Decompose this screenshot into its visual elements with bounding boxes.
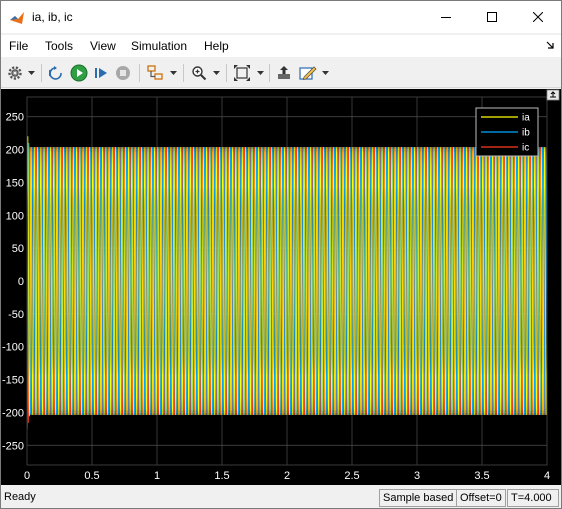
status-time: T=4.000 xyxy=(507,489,559,507)
minimize-button[interactable] xyxy=(423,1,469,33)
y-tick-label: -150 xyxy=(2,375,24,387)
restore-button[interactable] xyxy=(274,63,294,83)
style-button[interactable] xyxy=(298,63,318,83)
y-tick-label: 0 xyxy=(18,276,24,288)
x-tick-label: 2.5 xyxy=(344,470,359,482)
toolbar-separator xyxy=(269,64,270,82)
settings-icon xyxy=(8,66,22,80)
minimize-icon xyxy=(441,17,451,18)
close-icon xyxy=(533,12,543,22)
y-tick-label: 50 xyxy=(12,243,24,255)
signal-select-icon xyxy=(147,65,163,80)
close-button[interactable] xyxy=(515,1,561,33)
title-bar: ia, ib, ic xyxy=(1,1,561,33)
run-button[interactable] xyxy=(69,63,89,83)
legend-label-ib: ib xyxy=(522,128,530,139)
x-tick-label: 1 xyxy=(154,470,160,482)
x-tick-label: 3 xyxy=(414,470,420,482)
zoom-dropdown-icon[interactable] xyxy=(213,70,220,76)
expand-button[interactable] xyxy=(546,89,560,101)
style-dropdown-icon[interactable] xyxy=(322,70,329,76)
undock-arrow-icon[interactable] xyxy=(545,40,555,50)
restore-icon xyxy=(278,66,290,79)
status-bar: Ready Sample based Offset=0 T=4.000 xyxy=(1,487,561,508)
status-mode: Sample based xyxy=(379,489,458,507)
x-tick-label: 0 xyxy=(24,470,30,482)
matlab-icon xyxy=(10,12,24,24)
maximize-button[interactable] xyxy=(469,1,515,33)
menu-tools[interactable]: Tools xyxy=(45,39,73,53)
menu-help[interactable]: Help xyxy=(204,39,229,53)
window-title: ia, ib, ic xyxy=(32,10,73,24)
menu-bar: File Tools View Simulation Help xyxy=(1,35,561,57)
toolbar-separator xyxy=(139,64,140,82)
signal-select-dropdown-icon[interactable] xyxy=(170,70,177,76)
legend-label-ic: ic xyxy=(522,143,529,154)
scope-plot[interactable]: 250 200 150 100 50 0 -50 -100 -150 -200 -250 0 0.5 1… xyxy=(1,89,561,485)
step-forward-icon xyxy=(95,68,107,78)
y-tick-label: -50 xyxy=(8,309,24,321)
y-tick-label: -200 xyxy=(2,407,24,419)
x-tick-label: 1.5 xyxy=(214,470,229,482)
status-offset: Offset=0 xyxy=(456,489,506,507)
step-back-button[interactable] xyxy=(47,63,67,83)
menu-view[interactable]: View xyxy=(90,39,116,53)
y-tick-label: -100 xyxy=(2,342,24,354)
settings-dropdown-icon[interactable] xyxy=(28,70,35,76)
settings-button[interactable] xyxy=(5,63,25,83)
run-icon xyxy=(70,64,88,82)
scope-window: ia, ib, ic File Tools View Simulation He… xyxy=(0,0,562,509)
x-tick-label: 3.5 xyxy=(474,470,489,482)
y-tick-label: -250 xyxy=(2,440,24,452)
autoscale-icon xyxy=(234,65,250,81)
x-tick-label: 2 xyxy=(284,470,290,482)
toolbar xyxy=(1,58,561,88)
toolbar-separator xyxy=(41,64,42,82)
autoscale-dropdown-icon[interactable] xyxy=(257,70,264,76)
x-tick-label: 4 xyxy=(544,470,550,482)
zoom-icon xyxy=(192,66,207,81)
autoscale-button[interactable] xyxy=(232,63,252,83)
signal-select-button[interactable] xyxy=(145,63,165,83)
y-tick-label: 200 xyxy=(6,145,24,157)
y-tick-label: 250 xyxy=(6,112,24,124)
step-back-icon xyxy=(49,66,62,80)
scope-display[interactable]: 250 200 150 100 50 0 -50 -100 -150 -200 -250 0 0.5 1… xyxy=(1,89,561,485)
status-ready: Ready xyxy=(4,491,36,503)
maximize-icon xyxy=(487,12,497,22)
toolbar-separator xyxy=(226,64,227,82)
x-tick-label: 0.5 xyxy=(84,470,99,482)
signal-traces xyxy=(26,136,548,430)
menu-file[interactable]: File xyxy=(9,39,28,53)
y-tick-label: 100 xyxy=(6,210,24,222)
stop-icon xyxy=(116,66,130,80)
stop-button[interactable] xyxy=(113,63,133,83)
menu-simulation[interactable]: Simulation xyxy=(131,39,187,53)
legend[interactable]: ia ib ic xyxy=(475,107,539,157)
style-icon xyxy=(299,66,317,81)
toolbar-separator xyxy=(183,64,184,82)
y-tick-label: 150 xyxy=(6,177,24,189)
step-forward-button[interactable] xyxy=(91,63,111,83)
zoom-button[interactable] xyxy=(189,63,209,83)
legend-label-ia: ia xyxy=(522,113,530,124)
